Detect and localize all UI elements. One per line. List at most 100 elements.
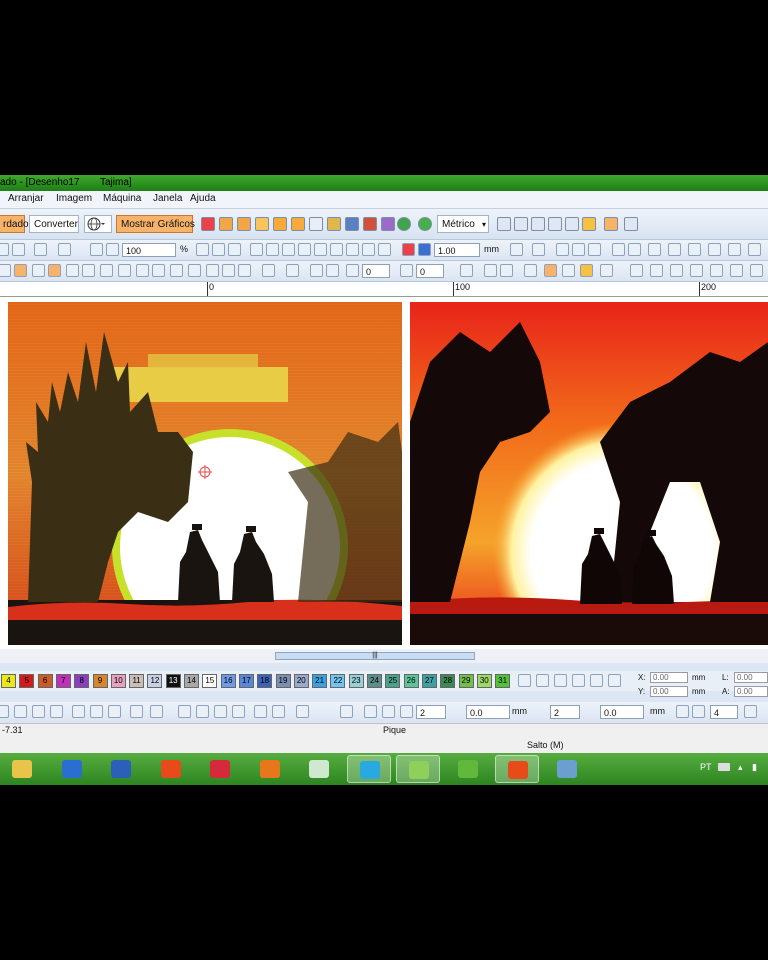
menu-maquina[interactable]: Máquina xyxy=(103,193,141,204)
taskbar-wilcom-flame-active[interactable] xyxy=(495,755,539,783)
photo-preview[interactable] xyxy=(410,302,768,645)
tool-icon-b13[interactable] xyxy=(232,705,245,718)
flag-icon[interactable]: ▮ xyxy=(752,762,757,773)
stitch-icon[interactable] xyxy=(497,217,511,231)
color-swatch-31[interactable]: 31 xyxy=(495,674,511,688)
scrollbar-thumb[interactable]: ||| xyxy=(275,652,475,660)
tool-icon-s[interactable] xyxy=(500,264,513,277)
run-tool-icon[interactable] xyxy=(255,217,269,231)
units-select[interactable]: Métrico ▾ xyxy=(437,215,489,233)
transform-icon-11[interactable] xyxy=(748,243,761,256)
tool-icon-aa[interactable] xyxy=(750,264,763,277)
taskbar-teamviewer[interactable] xyxy=(50,755,94,783)
x-field[interactable]: 0.00 xyxy=(650,672,688,683)
l-field[interactable]: 0.00 xyxy=(734,672,768,683)
tool-icon-b6[interactable] xyxy=(90,705,103,718)
user-tool-icon[interactable] xyxy=(580,264,593,277)
setting-field-1[interactable]: 2 xyxy=(416,705,446,719)
align-icon-6[interactable] xyxy=(330,243,343,256)
color-swatch-9[interactable]: 9 xyxy=(92,674,108,688)
open-icon[interactable] xyxy=(0,243,9,256)
tray-arrow-icon[interactable]: ▴ xyxy=(738,762,743,773)
color-swatch-15[interactable]: 15 xyxy=(202,674,218,688)
stitch-width-input[interactable]: 1.00 xyxy=(434,243,480,257)
3d-icon[interactable] xyxy=(206,264,219,277)
tool-icon-b16[interactable] xyxy=(296,705,309,718)
transform-icon-7[interactable] xyxy=(668,243,681,256)
taskbar-word[interactable] xyxy=(99,755,143,783)
lock-icon[interactable] xyxy=(604,217,618,231)
tool-icon-i[interactable] xyxy=(170,264,183,277)
color-swatch-26[interactable]: 26 xyxy=(403,674,419,688)
menu-arranjar[interactable]: Arranjar xyxy=(8,193,44,204)
color-swatch-19[interactable]: 19 xyxy=(275,674,291,688)
taskbar-wilcom-flame[interactable] xyxy=(149,755,193,783)
color-swatch-22[interactable]: 22 xyxy=(330,674,346,688)
tool-icon-b9[interactable] xyxy=(150,705,163,718)
tool-icon-b10[interactable] xyxy=(178,705,191,718)
slant-icon[interactable] xyxy=(400,264,413,277)
filter-icon[interactable] xyxy=(562,264,575,277)
paste-icon[interactable] xyxy=(12,243,25,256)
setting-field-2[interactable]: 0.0 xyxy=(466,705,510,719)
tool-icon-r[interactable] xyxy=(484,264,497,277)
tool-icon-g[interactable] xyxy=(136,264,149,277)
select-icon[interactable] xyxy=(0,264,11,277)
needle-icon[interactable] xyxy=(544,264,557,277)
color-swatch-30[interactable]: 30 xyxy=(476,674,492,688)
color-icon-2[interactable] xyxy=(418,243,431,256)
align-icon-9[interactable] xyxy=(378,243,391,256)
tool-icon-x[interactable] xyxy=(690,264,703,277)
tool-icon-b2[interactable] xyxy=(14,705,27,718)
tool-icon-e[interactable] xyxy=(100,264,113,277)
effects-tool-icon[interactable] xyxy=(381,217,395,231)
color-swatch-4[interactable]: 4 xyxy=(1,674,16,688)
palette-menu-icon[interactable] xyxy=(608,674,621,687)
color-swatch-18[interactable]: 18 xyxy=(257,674,273,688)
zoom-input[interactable]: 100 xyxy=(122,243,176,257)
rotate-icon[interactable] xyxy=(346,264,359,277)
zoom-out-icon[interactable] xyxy=(106,243,119,256)
color-swatch-8[interactable]: 8 xyxy=(74,674,90,688)
taskbar-screen-app[interactable] xyxy=(545,755,589,783)
tool-icon-b3[interactable] xyxy=(32,705,45,718)
tool-icon-b21[interactable] xyxy=(676,705,689,718)
undo-icon[interactable] xyxy=(34,243,47,256)
align-icon-5[interactable] xyxy=(314,243,327,256)
zoom-box-icon[interactable] xyxy=(196,243,209,256)
tool-icon-b19[interactable] xyxy=(382,705,395,718)
tool-icon-f[interactable] xyxy=(118,264,131,277)
tool-icon-y[interactable] xyxy=(710,264,723,277)
user-icon[interactable] xyxy=(582,217,596,231)
setting-field-4[interactable]: 0.0 xyxy=(600,705,644,719)
horizontal-scrollbar[interactable]: ||| xyxy=(0,649,768,663)
sequence-icon[interactable] xyxy=(531,217,545,231)
tool-icon-v[interactable] xyxy=(650,264,663,277)
color-swatch-6[interactable]: 6 xyxy=(37,674,53,688)
color-swatch-17[interactable]: 17 xyxy=(238,674,254,688)
grid-snap-icon[interactable] xyxy=(532,243,545,256)
setting-field-3[interactable]: 2 xyxy=(550,705,580,719)
tool-icon-l[interactable] xyxy=(238,264,251,277)
tool-icon-b17[interactable] xyxy=(340,705,353,718)
transform-icon-3[interactable] xyxy=(588,243,601,256)
language-indicator[interactable]: PT xyxy=(700,762,712,772)
tool-icon-t[interactable] xyxy=(600,264,613,277)
tool-icon-j[interactable] xyxy=(188,264,201,277)
checkbox-icon[interactable] xyxy=(524,264,537,277)
color-swatch-5[interactable]: 5 xyxy=(19,674,35,688)
picture-tool-icon[interactable] xyxy=(345,217,359,231)
transform-icon-5[interactable] xyxy=(628,243,641,256)
refresh-icon[interactable] xyxy=(418,217,432,231)
view-icon[interactable] xyxy=(228,243,241,256)
setting-field-5[interactable]: 4 xyxy=(710,705,738,719)
tool-icon-b14[interactable] xyxy=(254,705,267,718)
lettering-tool-icon[interactable] xyxy=(291,217,305,231)
tool-icon-w[interactable] xyxy=(670,264,683,277)
image-view-icon[interactable] xyxy=(565,217,579,231)
design-canvas[interactable] xyxy=(0,297,768,649)
taskbar-app-window[interactable] xyxy=(297,755,341,783)
color-swatch-13[interactable]: 13 xyxy=(165,674,181,688)
transform-icon-9[interactable] xyxy=(708,243,721,256)
swap-color-icon[interactable] xyxy=(554,674,567,687)
